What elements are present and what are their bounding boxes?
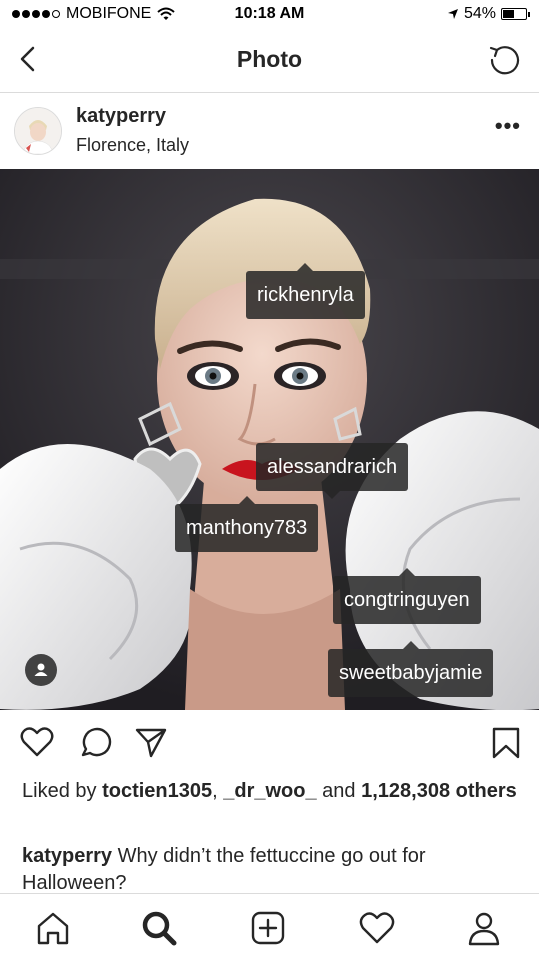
battery-percent: 54% xyxy=(463,5,496,22)
person-icon xyxy=(34,663,48,676)
add-icon[interactable] xyxy=(249,909,287,947)
avatar-image xyxy=(15,108,61,154)
location-arrow-icon xyxy=(447,9,458,19)
nav-bar: Photo xyxy=(0,30,539,93)
caption-username[interactable]: katyperry xyxy=(22,845,112,867)
refresh-icon[interactable] xyxy=(487,42,523,78)
status-right: 54% xyxy=(447,5,530,23)
post-location[interactable]: Florence, Italy xyxy=(76,135,189,156)
comment-icon[interactable] xyxy=(78,726,112,760)
photo-tag[interactable]: alessandrarich xyxy=(256,443,409,499)
more-horizontal-icon[interactable]: ••• xyxy=(495,115,521,137)
photo-image xyxy=(0,169,539,710)
photo-tag[interactable]: sweetbabyjamie xyxy=(328,641,494,697)
liker-username[interactable]: _dr_woo_ xyxy=(223,780,316,802)
battery-icon xyxy=(501,8,530,20)
tagged-people-button[interactable] xyxy=(25,654,57,686)
post-actions xyxy=(0,712,539,772)
photo-tag[interactable]: rickhenryla xyxy=(246,263,365,319)
page-title: Photo xyxy=(236,46,303,72)
likes-count[interactable]: 1,128,308 others xyxy=(361,780,517,802)
post-username[interactable]: katyperry xyxy=(76,105,166,128)
photo-tag[interactable]: congtringuyen xyxy=(333,568,481,624)
post-header: katyperry Florence, Italy ••• xyxy=(0,93,539,169)
post-caption: katyperry Why didn’t the fettuccine go o… xyxy=(22,843,522,897)
avatar[interactable] xyxy=(14,107,62,155)
photo-tag[interactable]: manthony783 xyxy=(175,496,319,552)
likes-summary[interactable]: Liked by toctien1305, _dr_woo_ and 1,128… xyxy=(22,778,522,805)
status-bar: MOBIFONE 10:18 AM 54% xyxy=(0,0,539,30)
activity-heart-icon[interactable] xyxy=(358,909,396,947)
search-icon[interactable] xyxy=(140,909,178,947)
profile-icon[interactable] xyxy=(465,909,503,947)
home-icon[interactable] xyxy=(34,909,72,947)
send-icon[interactable] xyxy=(134,726,168,758)
bookmark-icon[interactable] xyxy=(491,726,521,760)
liker-username[interactable]: toctien1305 xyxy=(102,780,212,802)
post-photo[interactable]: rickhenryla alessandrarich manthony783 c… xyxy=(0,169,539,710)
bottom-tab-bar xyxy=(0,893,539,961)
heart-icon[interactable] xyxy=(20,726,54,758)
battery-fill xyxy=(503,10,514,18)
